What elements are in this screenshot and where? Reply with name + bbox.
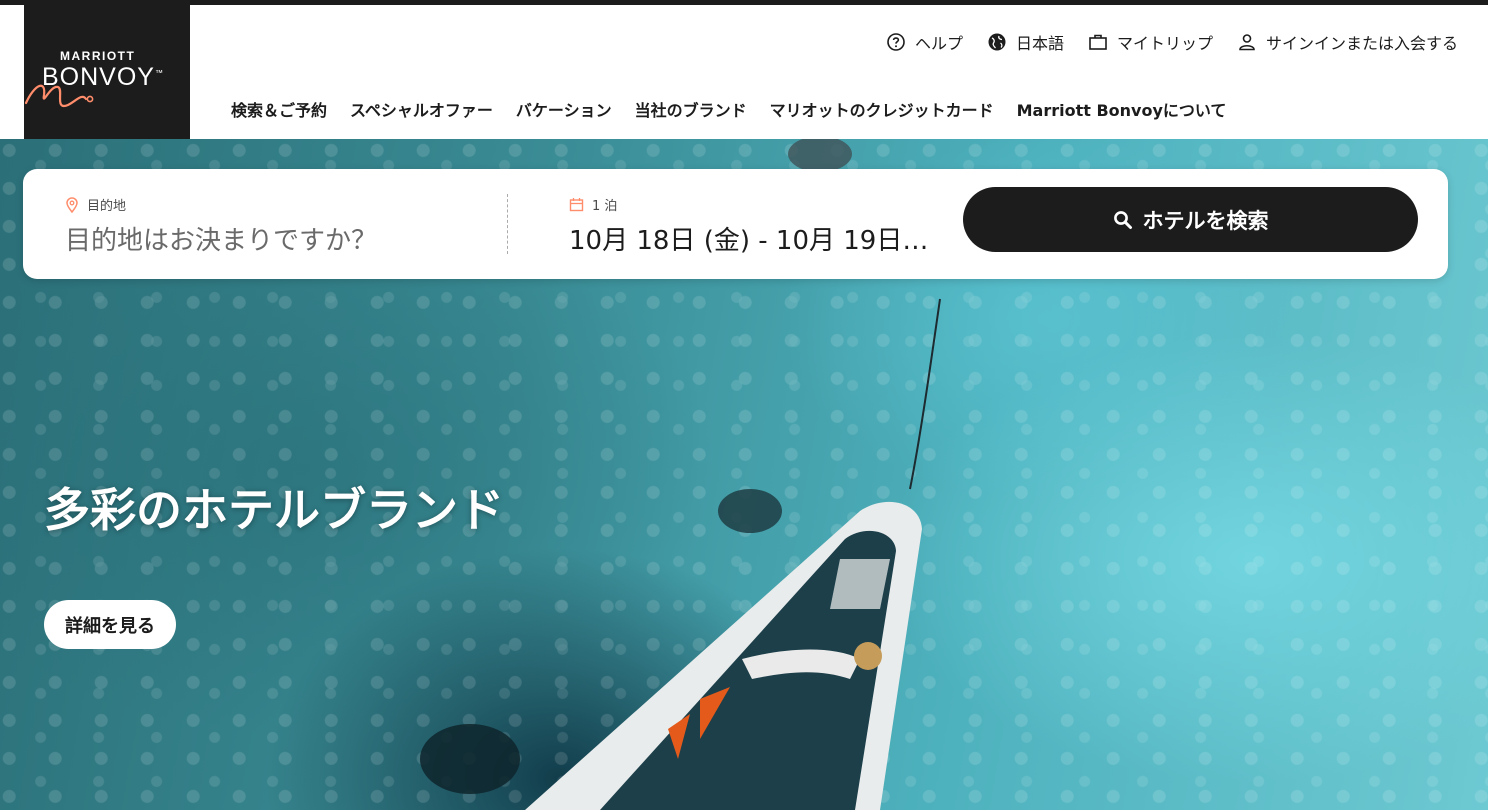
logo-marriott-text: MARRIOTT <box>60 49 136 63</box>
nav-vacations[interactable]: バケーション <box>516 97 612 121</box>
user-icon <box>1239 34 1255 51</box>
dates-field[interactable]: 1 泊 10月 18日 (金) - 10月 19日… <box>569 195 929 257</box>
find-hotels-button[interactable]: ホテルを検索 <box>963 187 1418 252</box>
hero-headline: 多彩のホテルブランド <box>44 483 504 537</box>
destination-input[interactable]: 目的地はお決まりですか？ <box>65 220 505 257</box>
nights-label: 1 泊 <box>592 199 618 214</box>
search-icon <box>1113 210 1132 229</box>
hotel-search-bar: 目的地 目的地はお決まりですか？ 1 泊 10月 18日 (金) - 10月 1… <box>23 169 1448 279</box>
main-nav: 検索＆ご予約 スペシャルオファー バケーション 当社のブランド マリオットのクレ… <box>231 97 1226 121</box>
utility-nav: ヘルプ 日本語 マイトリップ サインインまたは入会する <box>886 30 1458 54</box>
globe-icon <box>988 33 1006 51</box>
destination-label-row: 目的地 <box>65 195 505 214</box>
search-divider <box>507 194 508 254</box>
language-link[interactable]: 日本語 <box>987 30 1064 54</box>
suitcase-icon <box>1089 34 1107 50</box>
nav-search-reserve[interactable]: 検索＆ご予約 <box>231 97 327 121</box>
view-details-button[interactable]: 詳細を見る <box>44 600 176 649</box>
site-header: MARRIOTT BONVOY™ ヘルプ 日本語 マイトリップ サインインまたは… <box>0 5 1488 139</box>
dates-value[interactable]: 10月 18日 (金) - 10月 19日… <box>569 220 929 257</box>
destination-field[interactable]: 目的地 目的地はお決まりですか？ <box>65 195 505 257</box>
help-label: ヘルプ <box>914 34 963 53</box>
my-trips-link[interactable]: マイトリップ <box>1088 30 1213 54</box>
sign-in-link[interactable]: サインインまたは入会する <box>1237 30 1458 54</box>
nav-special-offers[interactable]: スペシャルオファー <box>350 97 493 121</box>
calendar-icon <box>569 198 584 212</box>
find-hotels-label: ホテルを検索 <box>1142 208 1269 233</box>
dates-label-row: 1 泊 <box>569 195 929 214</box>
language-label: 日本語 <box>1015 34 1064 53</box>
nav-about-bonvoy[interactable]: Marriott Bonvoyについて <box>1017 97 1227 121</box>
my-trips-label: マイトリップ <box>1116 34 1213 53</box>
logo-script-mark <box>24 84 94 108</box>
destination-label: 目的地 <box>87 199 127 214</box>
sign-in-label: サインインまたは入会する <box>1265 34 1458 53</box>
nav-our-brands[interactable]: 当社のブランド <box>635 97 747 121</box>
nav-credit-cards[interactable]: マリオットのクレジットカード <box>770 97 994 121</box>
map-pin-icon <box>66 196 78 213</box>
help-link[interactable]: ヘルプ <box>886 30 963 54</box>
help-circle-icon <box>887 33 905 51</box>
marriott-bonvoy-logo[interactable]: MARRIOTT BONVOY™ <box>24 5 190 139</box>
